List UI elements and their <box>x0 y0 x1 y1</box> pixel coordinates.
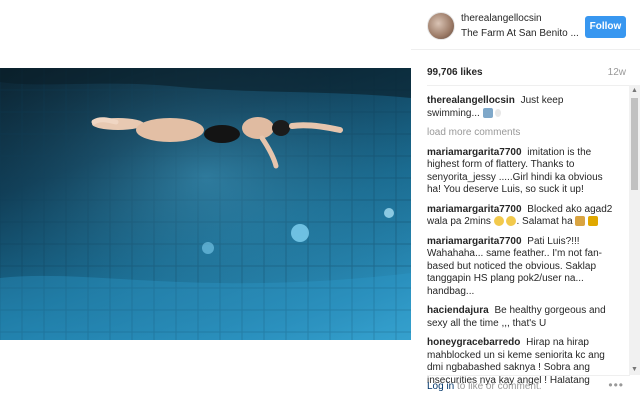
post-photo[interactable] <box>0 68 411 340</box>
comment-username[interactable]: honeygracebarredo <box>427 337 520 348</box>
scroll-up-arrow-icon[interactable]: ▲ <box>629 85 640 96</box>
login-prompt: Log in to like or comment. <box>427 381 542 392</box>
comment-username[interactable]: mariamargarita7700 <box>427 147 522 158</box>
comment-item: mariamargarita7700 imitation is the high… <box>427 147 617 197</box>
smile-emoji-icon <box>506 216 517 227</box>
caption: therealangellocsin Just keep swimming... <box>427 95 617 120</box>
likes-count[interactable]: 99,706 likes <box>427 67 483 78</box>
comments-scrollbar[interactable]: ▲ ▼ <box>629 85 640 375</box>
post-age[interactable]: 12w <box>608 67 626 78</box>
avatar[interactable] <box>427 12 455 40</box>
trophy-emoji-icon <box>588 216 599 227</box>
comment-item: mariamargarita7700 Blocked ako agad2 wal… <box>427 204 617 229</box>
comment-item: honeygracebarredo Hirap na hirap mahbloc… <box>427 337 617 387</box>
medal-emoji-icon <box>575 216 586 227</box>
swimmer-image <box>0 68 411 340</box>
post-username[interactable]: therealangellocsin <box>461 13 542 24</box>
comment-item: haciendajura Be healthy gorgeous and sex… <box>427 305 617 330</box>
post-location[interactable]: The Farm At San Benito ... <box>461 28 579 39</box>
scrollbar-thumb[interactable] <box>631 98 638 190</box>
divider <box>427 375 630 376</box>
scroll-down-arrow-icon[interactable]: ▼ <box>629 364 640 375</box>
caption-username[interactable]: therealangellocsin <box>427 95 515 106</box>
post-header: therealangellocsin The Farm At San Benit… <box>411 0 640 50</box>
more-options-icon[interactable]: ••• <box>608 378 624 392</box>
comment-text-continued: . Salamat ha <box>516 216 573 227</box>
login-link[interactable]: Log in <box>427 381 454 392</box>
comment-username[interactable]: mariamargarita7700 <box>427 204 522 215</box>
comment-username[interactable]: mariamargarita7700 <box>427 236 522 247</box>
post-sidebar: therealangellocsin The Farm At San Benit… <box>411 0 640 400</box>
grimace-emoji-icon <box>493 216 504 227</box>
login-prompt-text: to like or comment. <box>457 381 542 392</box>
follow-button[interactable]: Follow <box>585 16 626 38</box>
comment-item: mariamargarita7700 Pati Luis?!!! Wahahah… <box>427 236 617 299</box>
droplet-emoji-icon <box>495 108 502 117</box>
house-emoji-icon <box>482 107 493 118</box>
load-more-comments-link[interactable]: load more comments <box>427 127 617 140</box>
comment-username[interactable]: haciendajura <box>427 305 489 316</box>
comments-list: therealangellocsin Just keep swimming...… <box>427 95 617 394</box>
divider <box>427 85 630 86</box>
